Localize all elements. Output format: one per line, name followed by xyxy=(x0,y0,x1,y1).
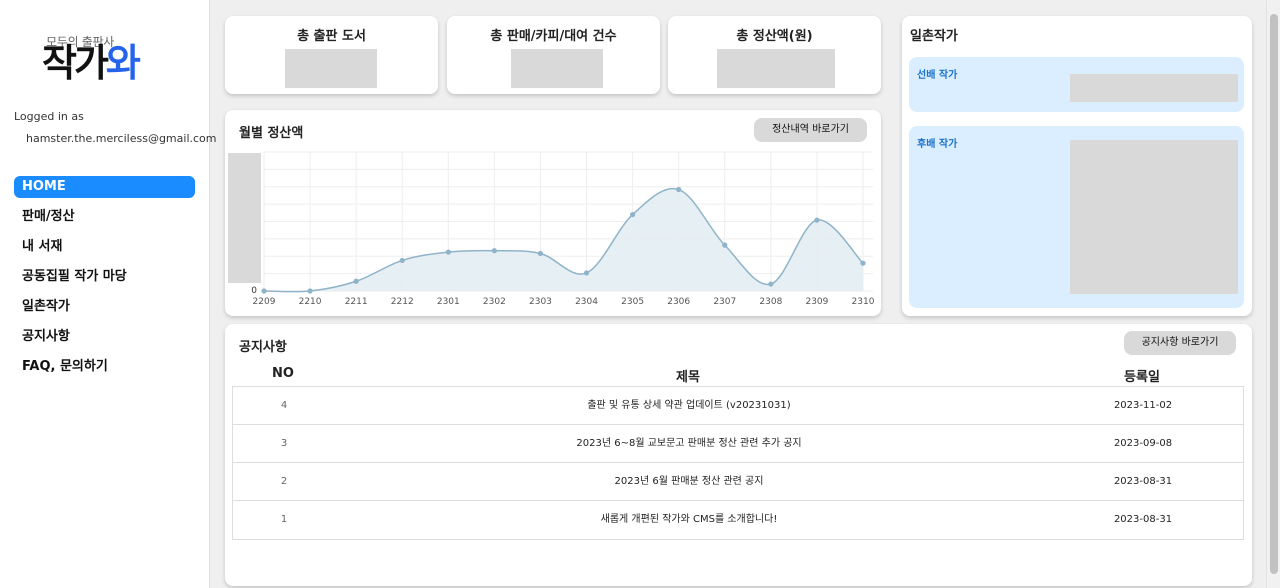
nav-item-co-writing[interactable]: 공동집필 작가 마당 xyxy=(14,266,195,296)
notice-no: 2 xyxy=(280,476,288,487)
stat-card-sales: 총 판매/카피/대여 건수 xyxy=(447,16,660,94)
brand-title-part1: 작가 xyxy=(42,41,109,85)
data-point xyxy=(722,242,728,248)
data-point xyxy=(445,249,451,255)
x-tick-label: 2302 xyxy=(483,297,506,307)
ilchon-title: 일촌작가 xyxy=(910,29,958,44)
stat-sales-value-placeholder xyxy=(511,49,603,88)
stat-card-settlement: 총 정산액(원) xyxy=(668,16,881,94)
x-tick-label: 2310 xyxy=(852,297,875,307)
data-point xyxy=(353,278,359,284)
notice-header-title: 제목 xyxy=(676,370,700,385)
notice-date: 2023-11-02 xyxy=(1113,400,1173,411)
junior-authors-placeholder xyxy=(1070,140,1238,294)
stat-sales-label: 총 판매/카피/대여 건수 xyxy=(490,29,617,44)
scrollbar-thumb[interactable] xyxy=(1270,14,1278,574)
notice-header-date: 등록일 xyxy=(1124,370,1160,385)
x-tick-label: 2306 xyxy=(667,297,690,307)
monthly-settlement-chart: 2209 2210 2211 2212 2301 2302 2303 2304 2305 2306… xyxy=(228,151,875,307)
data-point xyxy=(676,186,682,193)
notice-title[interactable]: 2023년 6월 판매분 정산 관련 공지 xyxy=(335,463,1043,501)
data-point xyxy=(860,260,866,266)
data-point xyxy=(261,288,267,294)
data-point xyxy=(537,250,544,257)
data-point xyxy=(630,211,636,218)
notice-date: 2023-08-31 xyxy=(1113,514,1173,525)
nav-item-faq[interactable]: FAQ, 문의하기 xyxy=(14,356,195,386)
notice-header-no: NO xyxy=(272,366,294,381)
x-tick-label: 2303 xyxy=(529,297,552,307)
page-scrollbar[interactable] xyxy=(1266,0,1280,588)
nav-item-notices[interactable]: 공지사항 xyxy=(14,326,195,356)
data-point xyxy=(399,257,405,264)
senior-authors-label: 선배 작가 xyxy=(917,70,958,81)
stat-settlement-label: 총 정산액(원) xyxy=(736,29,813,44)
data-point xyxy=(491,248,497,254)
ilchon-card: 일촌작가 선배 작가 후배 작가 xyxy=(902,16,1252,316)
logged-in-label: Logged in as xyxy=(14,110,84,123)
senior-authors-placeholder xyxy=(1070,74,1238,102)
y-axis-placeholder xyxy=(228,153,261,283)
x-tick-label: 2304 xyxy=(575,297,598,307)
notice-date: 2023-09-08 xyxy=(1113,438,1173,449)
brand-title: 작가와 xyxy=(42,41,141,85)
data-point xyxy=(814,217,820,223)
data-point xyxy=(768,281,774,287)
notice-date: 2023-08-31 xyxy=(1113,476,1173,487)
data-point xyxy=(583,270,590,276)
stat-books-value-placeholder xyxy=(285,49,377,88)
main-nav: HOME 판매/정산 내 서재 공동집필 작가 마당 일촌작가 공지사항 FAQ… xyxy=(14,176,195,386)
x-tick-label: 2209 xyxy=(253,297,276,307)
data-point xyxy=(307,288,313,294)
junior-authors-label: 후배 작가 xyxy=(917,139,958,150)
user-email: hamster.the.merciless@gmail.com xyxy=(26,132,217,145)
stat-books-label: 총 출판 도서 xyxy=(297,29,366,44)
notice-no: 4 xyxy=(280,400,288,411)
notices-link-button[interactable]: 공지사항 바로가기 xyxy=(1124,331,1236,355)
junior-authors-box: 후배 작가 xyxy=(909,126,1244,308)
nav-item-library[interactable]: 내 서재 xyxy=(14,236,195,266)
notice-no: 3 xyxy=(280,438,288,449)
brand-title-part2: 와 xyxy=(105,41,141,85)
table-row[interactable]: 4 출판 및 유통 상세 약관 업데이트 (v20231031) 2023-11… xyxy=(233,387,1243,425)
x-tick-label: 2210 xyxy=(299,297,322,307)
stat-card-books: 총 출판 도서 xyxy=(225,16,438,94)
notice-title[interactable]: 출판 및 유통 상세 약관 업데이트 (v20231031) xyxy=(335,387,1043,425)
monthly-settlement-card: 월별 정산액 정산내역 바로가기 2209 2210 2211 2212 2301 230… xyxy=(225,110,881,316)
sidebar: 모두의 출판사 작가와 Logged in as hamster.the.mer… xyxy=(0,0,217,588)
table-row[interactable]: 1 새롭게 개편된 작가와 CMS를 소개합니다! 2023-08-31 xyxy=(233,501,1243,539)
x-tick-label: 2301 xyxy=(437,297,460,307)
x-tick-label: 2308 xyxy=(759,297,782,307)
notices-table: 4 출판 및 유통 상세 약관 업데이트 (v20231031) 2023-11… xyxy=(232,386,1244,540)
x-tick-label: 2305 xyxy=(621,297,644,307)
notice-title[interactable]: 새롭게 개편된 작가와 CMS를 소개합니다! xyxy=(335,501,1043,539)
x-tick-label: 2212 xyxy=(391,297,414,307)
notice-no: 1 xyxy=(280,514,288,525)
y-tick-label: 0 xyxy=(251,286,257,296)
nav-item-ilchon[interactable]: 일촌작가 xyxy=(14,296,195,326)
table-row[interactable]: 2 2023년 6월 판매분 정산 관련 공지 2023-08-31 xyxy=(233,463,1243,501)
nav-item-sales[interactable]: 판매/정산 xyxy=(14,206,195,236)
stat-settlement-value-placeholder xyxy=(717,49,835,88)
table-row[interactable]: 3 2023년 6~8월 교보문고 판매분 정산 관련 추가 공지 2023-0… xyxy=(233,425,1243,463)
brand-logo[interactable]: 모두의 출판사 작가와 xyxy=(42,30,182,92)
senior-authors-box: 선배 작가 xyxy=(909,57,1244,112)
x-tick-label: 2211 xyxy=(345,297,368,307)
notices-title: 공지사항 xyxy=(239,340,287,355)
x-tick-label: 2309 xyxy=(805,297,828,307)
x-tick-label: 2307 xyxy=(713,297,736,307)
notice-title[interactable]: 2023년 6~8월 교보문고 판매분 정산 관련 추가 공지 xyxy=(335,425,1043,463)
nav-item-home[interactable]: HOME xyxy=(14,176,195,198)
